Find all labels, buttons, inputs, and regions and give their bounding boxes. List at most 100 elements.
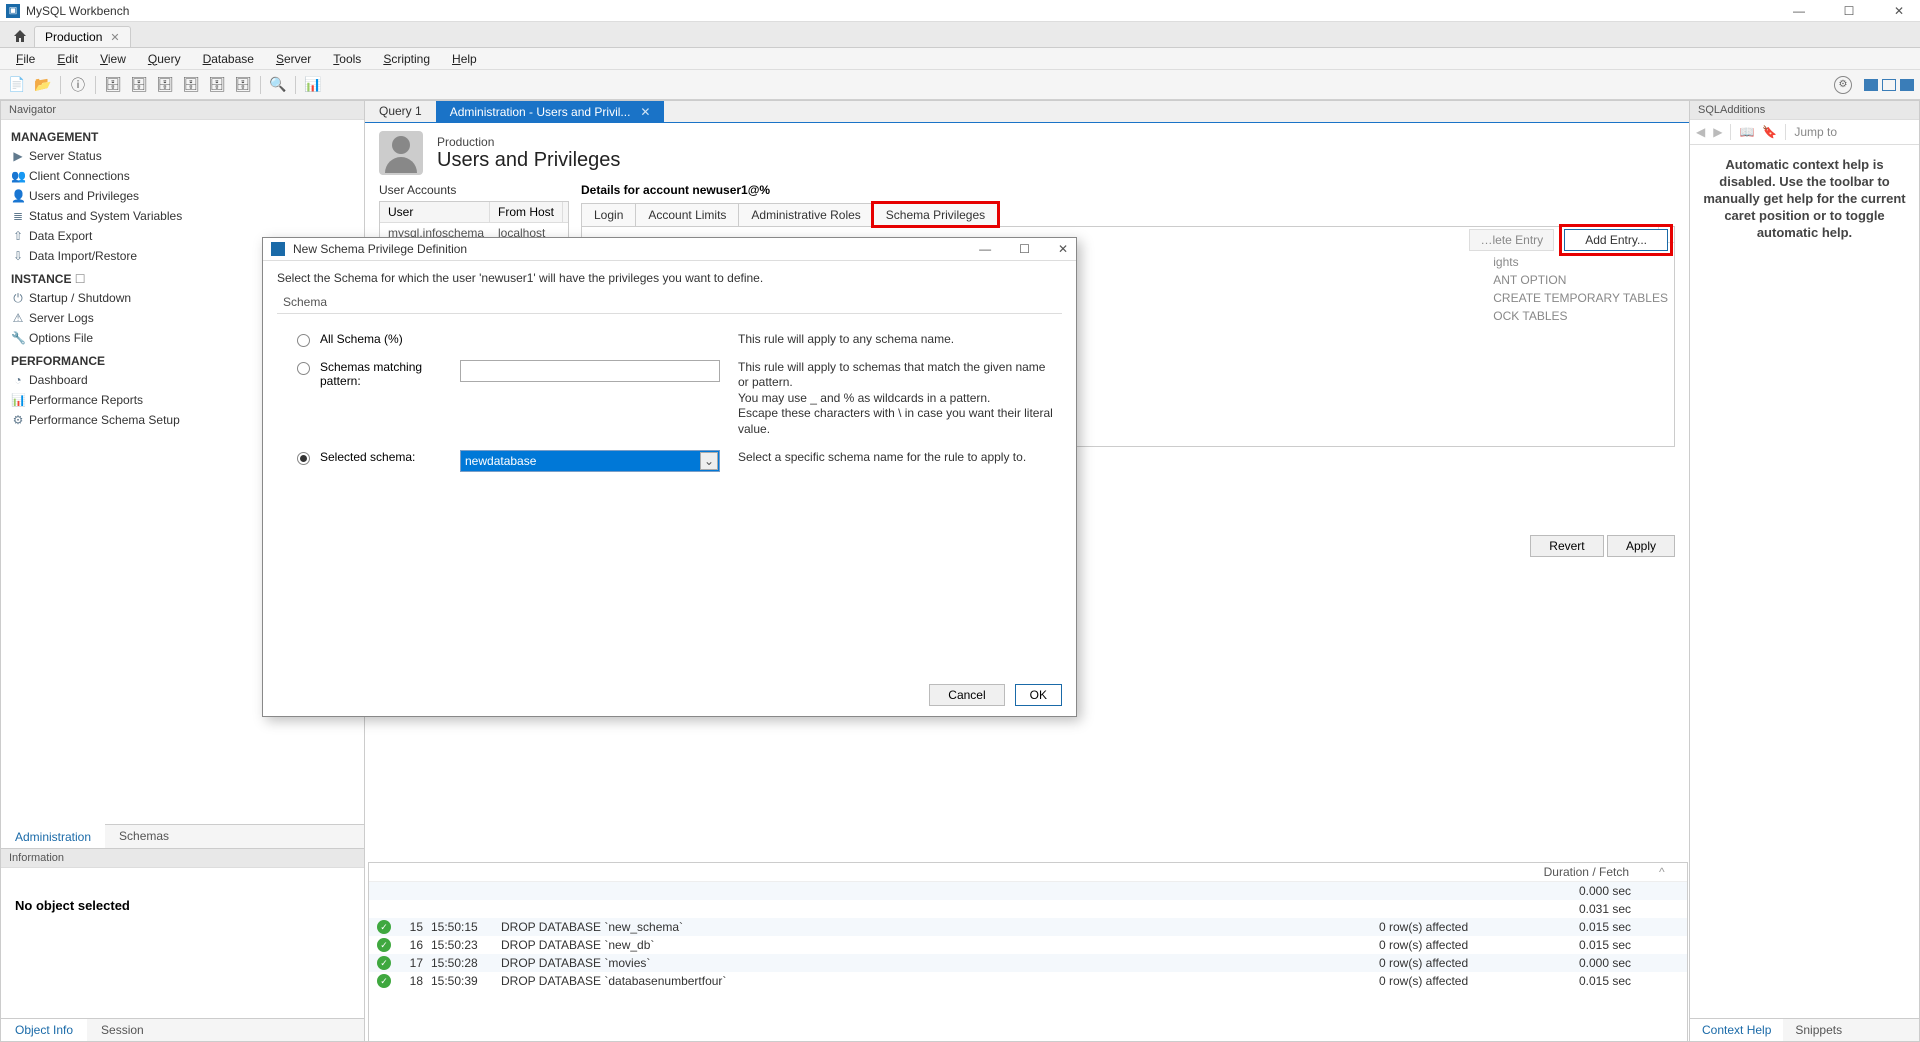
- selected-schema-desc: Select a specific schema name for the ru…: [730, 450, 1056, 466]
- tab-administration-users[interactable]: Administration - Users and Privil... ✕: [436, 101, 665, 122]
- scroll-up-icon[interactable]: ^: [1659, 865, 1679, 879]
- dashboard-nav-icon: ◔: [11, 373, 25, 387]
- inspector-icon[interactable]: ⓘ: [67, 74, 89, 96]
- nav-item-client-connections[interactable]: 👥Client Connections: [1, 166, 364, 186]
- col-user[interactable]: User: [380, 202, 490, 222]
- new-sql-tab-icon[interactable]: 📄: [6, 74, 28, 96]
- logs-icon: ⚠: [11, 311, 25, 325]
- vars-icon: ≣: [11, 209, 25, 223]
- menu-database[interactable]: Database: [193, 50, 264, 68]
- output-row[interactable]: 0.031 sec: [369, 900, 1687, 918]
- output-row[interactable]: ✓1515:50:15DROP DATABASE `new_schema`0 r…: [369, 918, 1687, 936]
- dashboard-icon[interactable]: 📊: [302, 74, 324, 96]
- radio-selected-schema[interactable]: [297, 452, 310, 465]
- output-row[interactable]: ✓1715:50:28DROP DATABASE `movies`0 row(s…: [369, 954, 1687, 972]
- sqladditions-toolbar: ◀ ▶ 📖 🔖 Jump to: [1690, 120, 1919, 145]
- dialog-close-button[interactable]: ✕: [1058, 242, 1068, 256]
- nav-back-icon[interactable]: ◀: [1696, 125, 1705, 139]
- tab-context-help[interactable]: Context Help: [1690, 1019, 1783, 1041]
- close-tab-icon[interactable]: ✕: [110, 31, 119, 44]
- output-row[interactable]: 0.000 sec: [369, 882, 1687, 900]
- output-row[interactable]: ✓1615:50:23DROP DATABASE `new_db`0 row(s…: [369, 936, 1687, 954]
- out-affected: 0 row(s) affected: [1379, 956, 1579, 970]
- out-sql: DROP DATABASE `databasenumbertfour`: [501, 974, 1379, 988]
- db-icon-5[interactable]: 🗄: [206, 74, 228, 96]
- success-icon: ✓: [377, 974, 391, 988]
- out-duration: 0.000 sec: [1579, 884, 1679, 898]
- tab-schema-privileges[interactable]: Schema Privileges: [873, 203, 998, 226]
- menu-query[interactable]: Query: [138, 50, 191, 68]
- tab-account-limits[interactable]: Account Limits: [635, 203, 739, 226]
- db-icon-3[interactable]: 🗄: [154, 74, 176, 96]
- radio-matching-pattern-label: Schemas matching pattern:: [320, 360, 450, 388]
- help-icon[interactable]: 📖: [1739, 125, 1754, 139]
- out-sql: DROP DATABASE `new_db`: [501, 938, 1379, 952]
- header-subtitle: Production: [437, 135, 620, 149]
- navigator-header: Navigator: [1, 101, 364, 120]
- menu-view[interactable]: View: [90, 50, 136, 68]
- gear-icon[interactable]: ⚙: [1834, 76, 1852, 94]
- nav-tab-administration[interactable]: Administration: [1, 824, 105, 848]
- instance-toggle-icon[interactable]: ☐: [75, 272, 86, 286]
- layout-right-panel-icon[interactable]: [1900, 79, 1914, 91]
- open-sql-icon[interactable]: 📂: [32, 74, 54, 96]
- menu-file[interactable]: File: [6, 50, 45, 68]
- close-icon[interactable]: ✕: [640, 105, 650, 119]
- out-duration: 0.000 sec: [1579, 956, 1679, 970]
- layout-left-panel-icon[interactable]: [1864, 79, 1878, 91]
- nav-item-status-vars[interactable]: ≣Status and System Variables: [1, 206, 364, 226]
- output-row[interactable]: ✓1815:50:39DROP DATABASE `databasenumber…: [369, 972, 1687, 990]
- add-entry-button[interactable]: Add Entry...: [1564, 229, 1668, 251]
- db-icon-1[interactable]: 🗄: [102, 74, 124, 96]
- search-icon[interactable]: 🔍: [267, 74, 289, 96]
- tab-admin-roles[interactable]: Administrative Roles: [738, 203, 873, 226]
- radio-all-schema[interactable]: [297, 334, 310, 347]
- close-window-button[interactable]: ✕: [1884, 4, 1914, 18]
- home-icon[interactable]: [6, 25, 34, 47]
- schema-group-label: Schema: [277, 295, 1062, 313]
- delete-entry-button[interactable]: …lete Entry: [1469, 229, 1554, 251]
- out-affected: 0 row(s) affected: [1379, 938, 1579, 952]
- dialog-maximize-button[interactable]: ☐: [1019, 242, 1030, 256]
- minimize-button[interactable]: —: [1784, 4, 1814, 18]
- jump-to-label[interactable]: Jump to: [1794, 125, 1837, 139]
- apply-button[interactable]: Apply: [1607, 535, 1675, 557]
- col-from-host[interactable]: From Host: [490, 202, 563, 222]
- connection-tab[interactable]: Production ✕: [34, 26, 131, 47]
- tab-object-info[interactable]: Object Info: [1, 1019, 87, 1041]
- radio-matching-pattern[interactable]: [297, 362, 310, 375]
- tab-snippets[interactable]: Snippets: [1783, 1019, 1854, 1041]
- menu-tools[interactable]: Tools: [323, 50, 371, 68]
- clients-icon: 👥: [11, 169, 25, 183]
- schema-select[interactable]: newdatabase ⌄: [460, 450, 720, 472]
- out-time: 15:50:15: [431, 920, 501, 934]
- ok-button[interactable]: OK: [1015, 684, 1062, 706]
- info-bottom-tabs: Object Info Session: [1, 1018, 364, 1041]
- cancel-button[interactable]: Cancel: [929, 684, 1004, 706]
- menu-server[interactable]: Server: [266, 50, 321, 68]
- matching-pattern-desc: This rule will apply to schemas that mat…: [730, 360, 1056, 438]
- chevron-down-icon[interactable]: ⌄: [700, 452, 718, 470]
- maximize-button[interactable]: ☐: [1834, 4, 1864, 18]
- nav-tab-schemas[interactable]: Schemas: [105, 825, 183, 848]
- menu-scripting[interactable]: Scripting: [373, 50, 440, 68]
- dialog-minimize-button[interactable]: —: [979, 242, 991, 256]
- nav-item-users-privileges[interactable]: 👤Users and Privileges: [1, 186, 364, 206]
- nav-forward-icon[interactable]: ▶: [1713, 125, 1722, 139]
- tab-login[interactable]: Login: [581, 203, 636, 226]
- db-icon-2[interactable]: 🗄: [128, 74, 150, 96]
- revert-button[interactable]: Revert: [1530, 535, 1603, 557]
- pattern-input[interactable]: [460, 360, 720, 382]
- menu-edit[interactable]: Edit: [47, 50, 88, 68]
- context-help-text: Automatic context help is disabled. Use …: [1690, 145, 1919, 253]
- auto-help-icon[interactable]: 🔖: [1762, 125, 1777, 139]
- tab-session[interactable]: Session: [87, 1019, 158, 1041]
- radio-all-schema-label: All Schema (%): [320, 332, 450, 346]
- out-duration: 0.031 sec: [1579, 902, 1679, 916]
- db-icon-4[interactable]: 🗄: [180, 74, 202, 96]
- layout-bottom-panel-icon[interactable]: [1882, 79, 1896, 91]
- menu-help[interactable]: Help: [442, 50, 487, 68]
- tab-query-1[interactable]: Query 1: [365, 101, 436, 122]
- nav-item-server-status[interactable]: ▶Server Status: [1, 146, 364, 166]
- db-icon-6[interactable]: 🗄: [232, 74, 254, 96]
